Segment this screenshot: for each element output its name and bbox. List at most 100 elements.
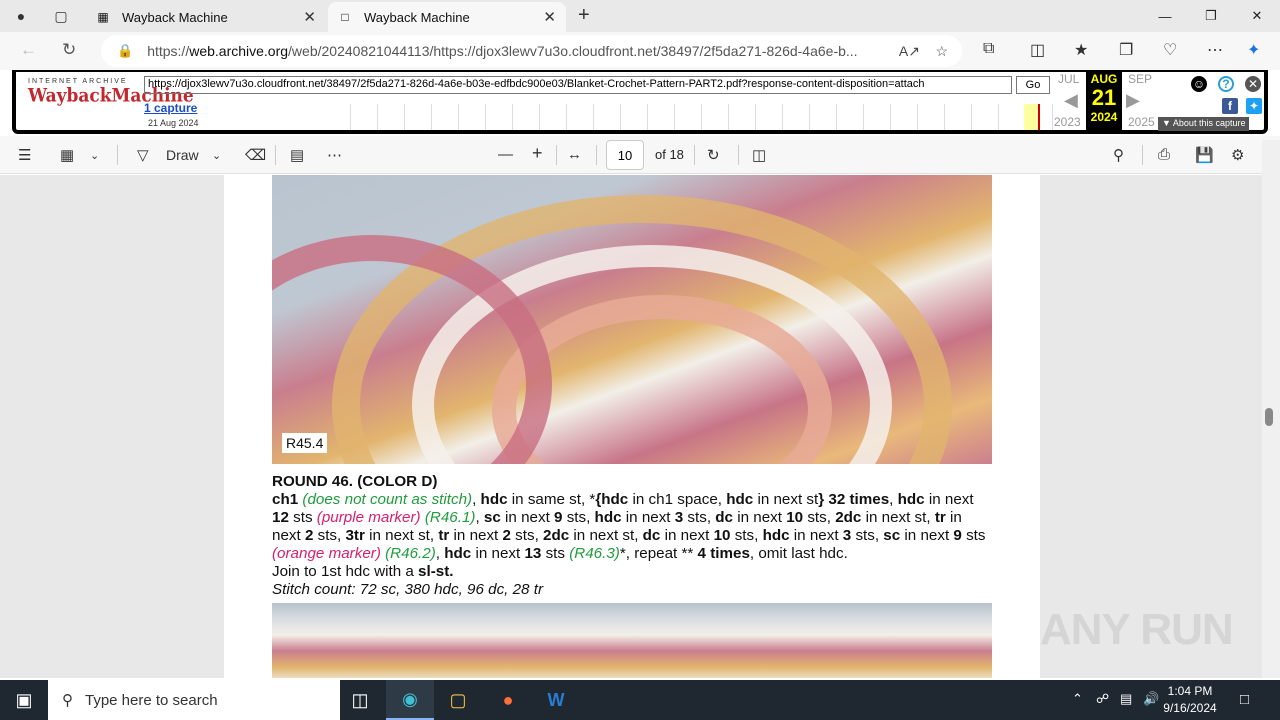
search-icon[interactable]: ⚲ <box>1113 146 1124 164</box>
refresh-icon[interactable]: ↻ <box>62 40 76 60</box>
settings-gear-icon[interactable]: ⚙ <box>1231 146 1244 164</box>
account-icon[interactable]: ☺ <box>1191 76 1207 92</box>
tab-title: Wayback Machine <box>364 9 470 25</box>
notifications-icon[interactable]: □ <box>1240 691 1249 708</box>
tab-wayback-2[interactable]: □ Wayback Machine ✕ <box>328 2 566 32</box>
close-window-icon[interactable]: ✕ <box>1234 0 1280 32</box>
extensions-icon[interactable]: ⧉ <box>983 40 994 58</box>
profile-icon[interactable]: ● <box>10 5 32 27</box>
page-number-input[interactable]: 10 <box>606 140 644 170</box>
prev-capture-icon[interactable]: ◀ <box>1064 90 1078 111</box>
firefox-icon[interactable]: ● <box>484 680 532 720</box>
stitch-count: Stitch count: 72 sc, 380 hdc, 96 dc, 28 … <box>272 581 544 598</box>
clock[interactable]: 1:04 PM 9/16/2024 <box>1150 683 1230 717</box>
page-total: of 18 <box>655 147 684 162</box>
restore-icon[interactable]: ❐ <box>1188 0 1234 32</box>
print-icon[interactable]: ⎙ <box>1158 146 1170 163</box>
task-view-icon[interactable]: ◫ <box>336 680 384 720</box>
minimize-icon[interactable]: — <box>1142 0 1188 32</box>
next-capture-icon[interactable]: ▶ <box>1126 90 1140 111</box>
back-icon[interactable]: ← <box>20 40 37 60</box>
divider <box>1142 145 1143 165</box>
browser-essentials-icon[interactable]: ♡ <box>1163 40 1177 60</box>
wifi-icon[interactable]: ▤ <box>1120 691 1132 707</box>
address-bar-row: ← ↻ 🔒 https://web.archive.org/web/202408… <box>0 32 1280 70</box>
draw-dropdown-icon[interactable]: ⌄ <box>212 149 221 162</box>
current-capture: AUG 21 2024 <box>1086 70 1122 132</box>
facebook-icon[interactable]: f <box>1222 98 1238 114</box>
round-heading: ROUND 46. (COLOR D) <box>272 473 438 490</box>
taskbar-search-input[interactable]: ⚲ Type here to search <box>48 680 340 720</box>
about-capture-button[interactable]: ▼ About this capture <box>1158 117 1250 131</box>
crochet-photo-2 <box>272 603 992 678</box>
join-instruction: Join to 1st hdc with a sl-st. <box>272 563 454 580</box>
search-placeholder: Type here to search <box>85 691 218 709</box>
rotate-icon[interactable]: ↻ <box>707 146 720 164</box>
fit-width-icon[interactable]: ↔ <box>567 146 582 163</box>
erase-icon[interactable]: ⌫ <box>245 146 266 164</box>
close-tab-icon[interactable]: ✕ <box>543 8 556 26</box>
wayback-url-input[interactable]: https://djox3lewv7u3o.cloudfront.net/384… <box>144 76 1012 94</box>
draw-icon[interactable]: ▽ <box>137 146 149 164</box>
url-text: https://web.archive.org/web/202408210441… <box>147 43 858 59</box>
wayback-toolbar: INTERNET ARCHIVE WaybackMachine https://… <box>12 70 1268 134</box>
divider <box>596 145 597 165</box>
word-icon[interactable]: W <box>532 680 580 720</box>
pdf-page: R45.4 ROUND 46. (COLOR D) ch1 (does not … <box>224 175 1040 678</box>
pdf-viewer[interactable]: R45.4 ROUND 46. (COLOR D) ch1 (does not … <box>0 175 1262 678</box>
capture-sparkline[interactable] <box>324 104 1054 130</box>
favorite-star-icon[interactable]: ☆ <box>935 43 948 60</box>
sparkline-current-mark <box>1038 104 1040 130</box>
favorites-icon[interactable]: ★ <box>1074 40 1088 60</box>
divider <box>117 145 118 165</box>
anyrun-watermark: ANY RUN <box>1040 605 1234 654</box>
close-tab-icon[interactable]: ✕ <box>303 8 316 26</box>
divider <box>738 145 739 165</box>
read-aloud-icon[interactable]: A↗ <box>899 43 920 60</box>
photo-caption: R45.4 <box>282 433 328 453</box>
split-screen-icon[interactable]: ◫ <box>1030 40 1045 60</box>
taskbar: ▣ ⚲ Type here to search ◫ ◉ ▢ ● W ⌃ ☍ ▤ … <box>0 680 1280 720</box>
windows-start-icon[interactable]: ▣ <box>0 680 48 720</box>
edge-icon[interactable]: ◉ <box>386 680 434 720</box>
tab-actions-icon[interactable]: ▢ <box>50 5 72 27</box>
new-tab-icon[interactable]: + <box>578 4 590 27</box>
round-instructions: ch1 (does not count as stitch), hdc in s… <box>272 491 986 562</box>
next-month[interactable]: SEP <box>1128 72 1152 86</box>
collections-icon[interactable]: ❐ <box>1119 40 1133 60</box>
prev-month[interactable]: JUL <box>1058 72 1079 86</box>
more-tools-icon[interactable]: ⋯ <box>327 146 342 164</box>
file-explorer-icon[interactable]: ▢ <box>434 680 482 720</box>
text-icon[interactable]: ▤ <box>290 146 304 164</box>
zoom-out-icon[interactable]: — <box>498 146 513 163</box>
tab-title: Wayback Machine <box>122 9 228 25</box>
copilot-icon[interactable]: ✦ <box>1247 40 1260 60</box>
divider <box>275 145 276 165</box>
document-favicon-icon: □ <box>341 10 349 24</box>
address-input[interactable]: 🔒 https://web.archive.org/web/2024082104… <box>101 35 962 67</box>
sparkline-highlight <box>1024 104 1038 130</box>
contents-icon[interactable]: ☰ <box>18 146 31 164</box>
highlight-dropdown-icon[interactable]: ⌄ <box>90 149 99 162</box>
help-icon[interactable]: ? <box>1218 76 1234 92</box>
more-menu-icon[interactable]: ⋯ <box>1207 40 1223 60</box>
show-hidden-icons-icon[interactable]: ⌃ <box>1072 691 1083 707</box>
wayback-favicon-icon: ▦ <box>97 10 109 24</box>
draw-button[interactable]: Draw <box>166 147 199 163</box>
page-view-icon[interactable]: ◫ <box>752 146 766 164</box>
save-icon[interactable]: 💾 <box>1195 146 1214 164</box>
go-button[interactable]: Go <box>1016 76 1050 94</box>
tab-wayback-1[interactable]: ▦ Wayback Machine ✕ <box>86 2 326 32</box>
divider <box>694 145 695 165</box>
captures-link[interactable]: 1 capture <box>144 101 197 115</box>
crochet-photo: R45.4 <box>272 175 992 464</box>
scrollbar-thumb[interactable] <box>1265 408 1273 426</box>
close-banner-icon[interactable]: ✕ <box>1245 76 1261 92</box>
capture-date: 21 Aug 2024 <box>148 118 199 128</box>
network-icon[interactable]: ☍ <box>1096 691 1109 707</box>
twitter-icon[interactable]: ✦ <box>1246 98 1262 114</box>
zoom-in-icon[interactable]: + <box>532 143 543 164</box>
highlight-icon[interactable]: ▦ <box>60 146 74 164</box>
wayback-logo[interactable]: INTERNET ARCHIVE WaybackMachine <box>28 78 194 107</box>
divider <box>556 145 557 165</box>
